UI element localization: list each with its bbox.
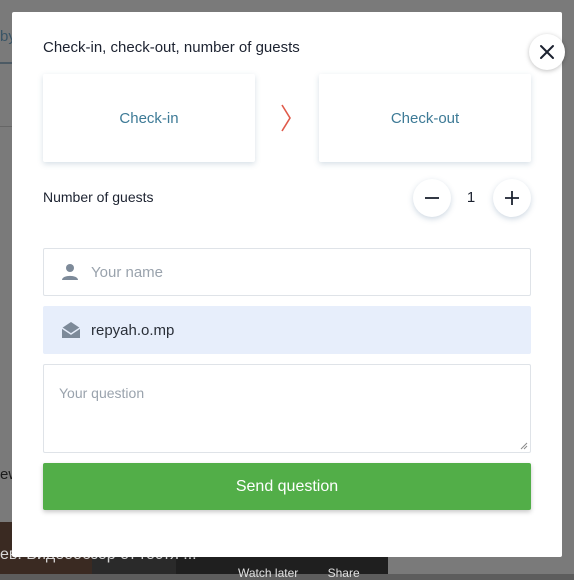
background-divider bbox=[0, 126, 12, 127]
send-question-label: Send question bbox=[235, 477, 339, 495]
mail-open-icon bbox=[61, 322, 81, 338]
plus-icon bbox=[505, 191, 519, 205]
checkout-field[interactable]: Check-out bbox=[319, 74, 531, 162]
background-video-actions: Watch later Share bbox=[238, 566, 386, 580]
guests-label: Number of guests bbox=[43, 189, 154, 205]
checkin-label: Check-in bbox=[119, 109, 179, 127]
share-link: Share bbox=[327, 566, 360, 580]
close-icon bbox=[540, 45, 554, 59]
resize-handle-icon[interactable] bbox=[520, 442, 528, 450]
increase-guests-button[interactable] bbox=[493, 179, 531, 217]
email-field-wrapper bbox=[43, 306, 531, 354]
send-question-button[interactable]: Send question bbox=[43, 463, 531, 510]
name-input[interactable] bbox=[91, 249, 511, 295]
email-input[interactable] bbox=[91, 307, 511, 353]
minus-icon bbox=[425, 197, 439, 199]
modal-title: Check-in, check-out, number of guests bbox=[43, 39, 300, 56]
question-textarea[interactable] bbox=[44, 365, 530, 452]
close-button[interactable] bbox=[529, 34, 565, 70]
background-divider bbox=[0, 62, 12, 64]
chevron-right-icon bbox=[281, 104, 291, 132]
name-field-wrapper bbox=[43, 248, 531, 296]
person-icon bbox=[62, 264, 78, 280]
checkout-label: Check-out bbox=[390, 109, 460, 127]
watch-later-link: Watch later bbox=[238, 566, 299, 580]
booking-question-modal: Check-in, check-out, number of guests Ch… bbox=[12, 12, 565, 557]
question-field-wrapper bbox=[43, 364, 531, 453]
guests-count: 1 bbox=[466, 189, 476, 206]
decrease-guests-button[interactable] bbox=[413, 179, 451, 217]
checkin-field[interactable]: Check-in bbox=[43, 74, 255, 162]
